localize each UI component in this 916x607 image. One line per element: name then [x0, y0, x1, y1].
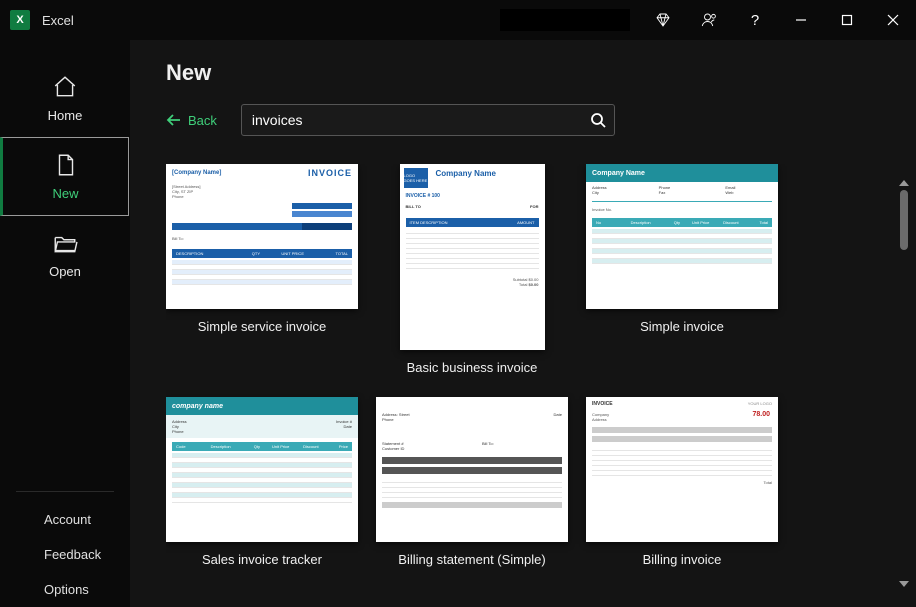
template-label: Billing statement (Simple): [398, 552, 545, 567]
template-label: Simple service invoice: [198, 319, 327, 334]
app-name: Excel: [42, 13, 74, 28]
sidebar-item-label: New: [52, 186, 78, 201]
template-basic-business-invoice[interactable]: LOGO GOES HERECompany Name INVOICE # 100…: [376, 164, 568, 375]
template-sales-invoice-tracker[interactable]: company name AddressCityPhoneInvoice #Da…: [166, 397, 358, 567]
template-thumbnail: [Company Name]INVOICE [Street Address]Ci…: [166, 164, 358, 309]
template-thumbnail: Your Company Name Address: StreetPhoneDa…: [376, 397, 568, 542]
scroll-thumb[interactable]: [900, 190, 908, 250]
vertical-scrollbar[interactable]: [896, 180, 912, 587]
search-icon: [590, 112, 606, 128]
sidebar-item-label: Home: [48, 108, 83, 123]
premium-icon[interactable]: [640, 0, 686, 40]
template-label: Simple invoice: [640, 319, 724, 334]
back-link[interactable]: Back: [166, 113, 217, 128]
scroll-down-arrow[interactable]: [899, 581, 909, 587]
template-simple-service-invoice[interactable]: [Company Name]INVOICE [Street Address]Ci…: [166, 164, 358, 375]
scroll-track[interactable]: [900, 190, 908, 577]
template-thumbnail: Company Name AddressCityPhoneFaxEmailWeb…: [586, 164, 778, 309]
template-label: Billing invoice: [643, 552, 722, 567]
arrow-left-icon: [166, 113, 182, 127]
help-button[interactable]: ?: [732, 0, 778, 40]
template-search-input[interactable]: [242, 112, 582, 128]
sidebar-item-label: Open: [49, 264, 81, 279]
account-manager-icon[interactable]: [686, 0, 732, 40]
maximize-button[interactable]: [824, 0, 870, 40]
account-area-redacted: [500, 9, 630, 31]
sidebar-item-feedback[interactable]: Feedback: [0, 537, 130, 572]
template-billing-invoice[interactable]: INVOICEYOUR LOGO 78.00 CompanyAddress To…: [586, 397, 778, 567]
main-panel: New Back [Compa: [130, 40, 916, 607]
open-folder-icon: [52, 230, 78, 256]
template-results: [Company Name]INVOICE [Street Address]Ci…: [166, 164, 886, 607]
template-simple-invoice[interactable]: Company Name AddressCityPhoneFaxEmailWeb…: [586, 164, 778, 375]
back-label: Back: [188, 113, 217, 128]
page-title: New: [166, 60, 886, 86]
new-file-icon: [53, 152, 79, 178]
sidebar-item-home[interactable]: Home: [0, 60, 130, 137]
template-label: Sales invoice tracker: [202, 552, 322, 567]
scroll-up-arrow[interactable]: [899, 180, 909, 186]
template-search-box: [241, 104, 615, 136]
template-thumbnail: INVOICEYOUR LOGO 78.00 CompanyAddress To…: [586, 397, 778, 542]
titlebar: X Excel ?: [0, 0, 916, 40]
sidebar-item-account[interactable]: Account: [0, 502, 130, 537]
template-thumbnail: LOGO GOES HERECompany Name INVOICE # 100…: [400, 164, 545, 350]
excel-app-icon: X: [10, 10, 30, 30]
sidebar-item-open[interactable]: Open: [0, 216, 130, 293]
search-button[interactable]: [582, 104, 614, 136]
template-thumbnail: company name AddressCityPhoneInvoice #Da…: [166, 397, 358, 542]
template-label: Basic business invoice: [407, 360, 538, 375]
template-billing-statement-simple[interactable]: Your Company Name Address: StreetPhoneDa…: [376, 397, 568, 567]
sidebar-item-options[interactable]: Options: [0, 572, 130, 607]
home-icon: [52, 74, 78, 100]
close-button[interactable]: [870, 0, 916, 40]
sidebar-item-new[interactable]: New: [0, 137, 129, 216]
minimize-button[interactable]: [778, 0, 824, 40]
sidebar: Home New Open Account Feedback Options: [0, 40, 130, 607]
